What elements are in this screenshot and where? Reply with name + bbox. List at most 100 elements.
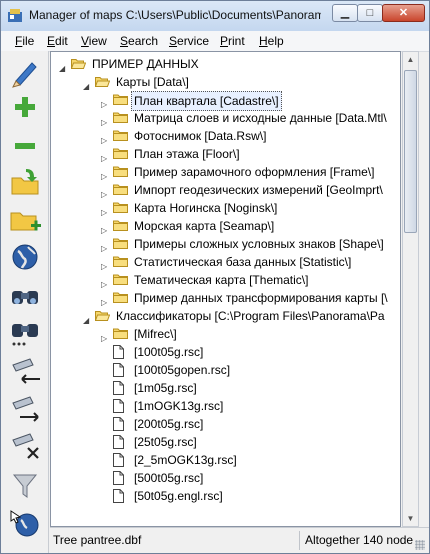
tree-item-label: [500t05g.rsc] xyxy=(134,471,204,485)
title-bar[interactable]: Manager of maps C:\Users\Public\Document… xyxy=(1,1,429,32)
tree-item-label: ПРИМЕР ДАННЫХ xyxy=(92,57,199,71)
menu-edit[interactable]: Edit xyxy=(47,34,68,48)
menu-print[interactable]: Print xyxy=(220,34,245,48)
tree-folder-item[interactable]: ▷ Пример данных трансформирования карты [… xyxy=(51,289,400,307)
menu-help[interactable]: Help xyxy=(259,34,284,48)
document-icon xyxy=(113,417,124,431)
tree-folder-item[interactable]: ▷ Импорт геодезических измерений [GeoImpr… xyxy=(51,181,400,199)
tree-folder-item[interactable]: ▷ Статистическая база данных [Statistic\] xyxy=(51,253,400,271)
tree-folder-item[interactable]: ▷ Матрица слоев и исходные данные [Data.M… xyxy=(51,109,400,127)
tree-file-item[interactable]: [100t05gopen.rsc] xyxy=(51,361,400,379)
tree-folder-item[interactable]: ▷ План этажа [Floor\] xyxy=(51,145,400,163)
document-icon xyxy=(113,345,124,359)
document-icon xyxy=(113,399,124,413)
status-node-count: Altogether 140 node xyxy=(305,533,414,547)
binoculars-more-icon[interactable] xyxy=(8,316,42,348)
tree-folder-item[interactable]: ▷ Карта Ногинска [Noginsk\] xyxy=(51,199,400,217)
menu-view[interactable]: View xyxy=(81,34,107,48)
open-folder-icon[interactable] xyxy=(8,166,42,198)
filter-icon[interactable] xyxy=(8,469,42,501)
app-icon xyxy=(8,9,22,22)
tree-item-label: [50t05g.engl.rsc] xyxy=(134,489,223,503)
tree-file-item[interactable]: [500t05g.rsc] xyxy=(51,469,400,487)
tree-file-item[interactable]: [1mOGK13g.rsc] xyxy=(51,397,400,415)
document-icon xyxy=(113,381,124,395)
tree-item-label: Матрица слоев и исходные данные [Data.Mt… xyxy=(134,111,387,125)
folder-icon xyxy=(113,220,128,231)
tree-item-label: Карта Ногинска [Noginsk\] xyxy=(134,201,278,215)
maximize-button[interactable]: □ xyxy=(357,4,383,22)
folder-icon xyxy=(113,328,128,339)
folder-icon xyxy=(113,202,128,213)
flashlight-right-icon[interactable] xyxy=(8,391,42,423)
tree-folder-item[interactable]: ▷ Фотоснимок [Data.Rsw\] xyxy=(51,127,400,145)
flashlight-delete-icon[interactable] xyxy=(8,428,42,460)
globe-pointer-icon[interactable] xyxy=(8,507,42,539)
menu-search[interactable]: Search xyxy=(120,34,158,48)
map-tree[interactable]: ◢ ПРИМЕР ДАННЫХ ◢ Карты [Data\] ▷ План кварта… xyxy=(50,51,401,527)
minus-icon[interactable] xyxy=(8,129,42,161)
tree-folder-item[interactable]: ◢ ПРИМЕР ДАННЫХ xyxy=(51,55,400,73)
tree-item-label: Классификаторы [C:\Program Files\Panoram… xyxy=(116,309,385,323)
menu-file[interactable]: File xyxy=(15,34,34,48)
flashlight-left-icon[interactable] xyxy=(8,353,42,385)
folder-icon xyxy=(113,184,128,195)
tree-item-label: Тематическая карта [Thematic\] xyxy=(134,273,309,287)
menu-service[interactable]: Service xyxy=(169,34,209,48)
globe-icon[interactable] xyxy=(8,241,42,273)
tree-file-item[interactable]: [2_5mOGK13g.rsc] xyxy=(51,451,400,469)
document-icon xyxy=(113,435,124,449)
scroll-thumb[interactable] xyxy=(404,70,417,233)
tree-folder-item[interactable]: ▷ Пример зарамочного оформления [Frame\] xyxy=(51,163,400,181)
tree-folder-item[interactable]: ◢ Классификаторы [C:\Program Files\Panora… xyxy=(51,307,400,325)
status-separator xyxy=(299,531,300,550)
tree-file-item[interactable]: [100t05g.rsc] xyxy=(51,343,400,361)
tree-item-label: [100t05g.rsc] xyxy=(134,345,204,359)
folder-icon xyxy=(113,256,128,267)
resize-grip[interactable] xyxy=(415,540,425,550)
status-bar: Tree pantree.dbf Altogether 140 node xyxy=(50,527,429,553)
tree-item-label: Статистическая база данных [Statistic\] xyxy=(134,255,352,269)
tree-folder-item[interactable]: ▷ Примеры сложных условных знаков [Shape\… xyxy=(51,235,400,253)
tree-item-label: План этажа [Floor\] xyxy=(134,147,240,161)
tree-folder-item[interactable]: ▷ Морская карта [Seamap\] xyxy=(51,217,400,235)
document-icon xyxy=(113,489,124,503)
tree-file-item[interactable]: [50t05g.engl.rsc] xyxy=(51,487,400,505)
tree-item-label: [1mOGK13g.rsc] xyxy=(134,399,224,413)
folder-icon xyxy=(113,148,128,159)
scroll-up-button[interactable]: ▲ xyxy=(403,52,418,67)
tree-item-label: [Mifrec\] xyxy=(134,327,177,341)
tree-file-item[interactable]: [200t05g.rsc] xyxy=(51,415,400,433)
folder-icon xyxy=(113,94,128,105)
tree-folder-item[interactable]: ▷ Тематическая карта [Thematic\] xyxy=(51,271,400,289)
close-button[interactable]: ✕ xyxy=(382,4,425,22)
tree-item-label: Импорт геодезических измерений [GeoImprt… xyxy=(134,183,383,197)
tree-item-label: [25t05g.rsc] xyxy=(134,435,197,449)
document-icon xyxy=(113,471,124,485)
status-file: Tree pantree.dbf xyxy=(53,533,142,547)
tree-item-label: Морская карта [Seamap\] xyxy=(134,219,275,233)
tree-file-item[interactable]: [25t05g.rsc] xyxy=(51,433,400,451)
tree-folder-item[interactable]: ◢ Карты [Data\] xyxy=(51,73,400,91)
tree-item-label: [200t05g.rsc] xyxy=(134,417,204,431)
folder-icon xyxy=(113,166,128,177)
binoculars-icon[interactable] xyxy=(8,279,42,311)
window-title: Manager of maps C:\Users\Public\Document… xyxy=(29,8,321,22)
vertical-scrollbar[interactable]: ▲ ▼ xyxy=(402,51,419,527)
add-folder-icon[interactable] xyxy=(8,203,42,235)
menu-bar: File Edit View Search Service Print Help xyxy=(1,31,429,52)
pencil-icon[interactable] xyxy=(8,56,42,88)
tree-item-label: Карты [Data\] xyxy=(116,75,189,89)
folder-icon xyxy=(113,274,128,285)
plus-icon[interactable] xyxy=(8,91,42,123)
tree-item-label: [2_5mOGK13g.rsc] xyxy=(134,453,237,467)
tree-folder-item[interactable]: ▷ План квартала [Cadastre\] xyxy=(51,91,400,111)
scroll-down-button[interactable]: ▼ xyxy=(403,511,418,526)
folder-icon xyxy=(113,292,128,303)
minimize-button[interactable]: ▁ xyxy=(332,4,358,22)
tree-file-item[interactable]: [1m05g.rsc] xyxy=(51,379,400,397)
side-toolbar xyxy=(1,51,49,553)
tree-item-label: Примеры сложных условных знаков [Shape\] xyxy=(134,237,384,251)
tree-item-label: Пример данных трансформирования карты [\ xyxy=(134,291,388,305)
tree-folder-item[interactable]: ▷ [Mifrec\] xyxy=(51,325,400,343)
